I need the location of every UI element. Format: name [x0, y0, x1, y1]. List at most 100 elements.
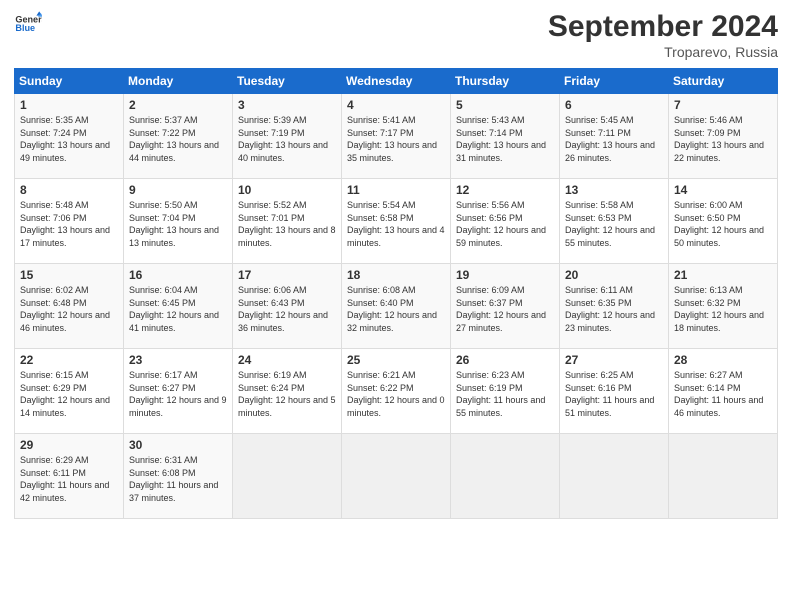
calendar-cell: 30Sunrise: 6:31 AMSunset: 6:08 PMDayligh… [124, 434, 233, 519]
col-sunday: Sunday [15, 69, 124, 94]
calendar-cell [342, 434, 451, 519]
calendar-cell [233, 434, 342, 519]
cell-info: Sunrise: 5:46 AMSunset: 7:09 PMDaylight:… [674, 115, 764, 163]
day-number: 18 [347, 268, 445, 282]
calendar-week-3: 15 Sunrise: 6:02 AMSunset: 6:48 PMDayligh… [15, 264, 778, 349]
cell-info: Sunrise: 5:58 AMSunset: 6:53 PMDaylight:… [565, 200, 655, 248]
day-number: 22 [20, 353, 118, 367]
calendar-cell: 4 Sunrise: 5:41 AMSunset: 7:17 PMDaylight… [342, 94, 451, 179]
cell-info: Sunrise: 6:29 AMSunset: 6:11 PMDaylight:… [20, 455, 109, 503]
calendar-cell: 14Sunrise: 6:00 AMSunset: 6:50 PMDayligh… [669, 179, 778, 264]
day-number: 3 [238, 98, 336, 112]
calendar-week-2: 8 Sunrise: 5:48 AMSunset: 7:06 PMDaylight… [15, 179, 778, 264]
cell-info: Sunrise: 5:48 AMSunset: 7:06 PMDaylight:… [20, 200, 110, 248]
calendar-week-4: 22 Sunrise: 6:15 AMSunset: 6:29 PMDayligh… [15, 349, 778, 434]
calendar-cell: 26 Sunrise: 6:23 AMSunset: 6:19 PMDayligh… [451, 349, 560, 434]
calendar-cell [560, 434, 669, 519]
cell-info: Sunrise: 6:00 AMSunset: 6:50 PMDaylight:… [674, 200, 764, 248]
cell-info: Sunrise: 6:21 AMSunset: 6:22 PMDaylight:… [347, 370, 445, 418]
cell-info: Sunrise: 6:13 AMSunset: 6:32 PMDaylight:… [674, 285, 764, 333]
cell-info: Sunrise: 6:02 AMSunset: 6:48 PMDaylight:… [20, 285, 110, 333]
day-number: 8 [20, 183, 118, 197]
calendar-cell: 20 Sunrise: 6:11 AMSunset: 6:35 PMDayligh… [560, 264, 669, 349]
logo: General Blue [14, 10, 42, 38]
day-number: 26 [456, 353, 554, 367]
day-number: 11 [347, 183, 445, 197]
cell-info: Sunrise: 6:31 AMSunset: 6:08 PMDaylight:… [129, 455, 218, 503]
calendar-cell: 9Sunrise: 5:50 AMSunset: 7:04 PMDaylight… [124, 179, 233, 264]
calendar-cell: 11 Sunrise: 5:54 AMSunset: 6:58 PMDayligh… [342, 179, 451, 264]
title-block: September 2024 Troparevo, Russia [548, 10, 778, 60]
day-number: 6 [565, 98, 663, 112]
calendar-cell: 19 Sunrise: 6:09 AMSunset: 6:37 PMDayligh… [451, 264, 560, 349]
cell-info: Sunrise: 6:23 AMSunset: 6:19 PMDaylight:… [456, 370, 545, 418]
logo-icon: General Blue [14, 10, 42, 38]
calendar-cell: 15 Sunrise: 6:02 AMSunset: 6:48 PMDayligh… [15, 264, 124, 349]
calendar-cell: 18Sunrise: 6:08 AMSunset: 6:40 PMDayligh… [342, 264, 451, 349]
calendar-cell: 22 Sunrise: 6:15 AMSunset: 6:29 PMDayligh… [15, 349, 124, 434]
cell-info: Sunrise: 6:15 AMSunset: 6:29 PMDaylight:… [20, 370, 110, 418]
calendar-cell [669, 434, 778, 519]
cell-info: Sunrise: 5:39 AMSunset: 7:19 PMDaylight:… [238, 115, 328, 163]
day-number: 19 [456, 268, 554, 282]
cell-info: Sunrise: 6:09 AMSunset: 6:37 PMDaylight:… [456, 285, 546, 333]
calendar-cell: 27Sunrise: 6:25 AMSunset: 6:16 PMDayligh… [560, 349, 669, 434]
calendar-table: Sunday Monday Tuesday Wednesday Thursday… [14, 68, 778, 519]
calendar-cell: 17 Sunrise: 6:06 AMSunset: 6:43 PMDayligh… [233, 264, 342, 349]
day-number: 15 [20, 268, 118, 282]
cell-info: Sunrise: 5:41 AMSunset: 7:17 PMDaylight:… [347, 115, 437, 163]
day-number: 5 [456, 98, 554, 112]
cell-info: Sunrise: 5:52 AMSunset: 7:01 PMDaylight:… [238, 200, 336, 248]
location: Troparevo, Russia [548, 44, 778, 60]
calendar-cell: 7Sunrise: 5:46 AMSunset: 7:09 PMDaylight… [669, 94, 778, 179]
page: General Blue September 2024 Troparevo, R… [0, 0, 792, 612]
calendar-cell [451, 434, 560, 519]
cell-info: Sunrise: 6:11 AMSunset: 6:35 PMDaylight:… [565, 285, 655, 333]
svg-text:Blue: Blue [15, 23, 35, 33]
day-number: 17 [238, 268, 336, 282]
col-wednesday: Wednesday [342, 69, 451, 94]
calendar-week-1: 1 Sunrise: 5:35 AMSunset: 7:24 PMDaylight… [15, 94, 778, 179]
cell-info: Sunrise: 5:43 AMSunset: 7:14 PMDaylight:… [456, 115, 546, 163]
col-tuesday: Tuesday [233, 69, 342, 94]
month-title: September 2024 [548, 10, 778, 44]
calendar-cell: 6 Sunrise: 5:45 AMSunset: 7:11 PMDaylight… [560, 94, 669, 179]
calendar-cell: 24 Sunrise: 6:19 AMSunset: 6:24 PMDayligh… [233, 349, 342, 434]
cell-info: Sunrise: 6:19 AMSunset: 6:24 PMDaylight:… [238, 370, 336, 418]
calendar-week-5: 29 Sunrise: 6:29 AMSunset: 6:11 PMDayligh… [15, 434, 778, 519]
day-number: 4 [347, 98, 445, 112]
calendar-cell: 3 Sunrise: 5:39 AMSunset: 7:19 PMDaylight… [233, 94, 342, 179]
cell-info: Sunrise: 6:06 AMSunset: 6:43 PMDaylight:… [238, 285, 328, 333]
day-number: 23 [129, 353, 227, 367]
day-number: 13 [565, 183, 663, 197]
cell-info: Sunrise: 5:56 AMSunset: 6:56 PMDaylight:… [456, 200, 546, 248]
cell-info: Sunrise: 6:27 AMSunset: 6:14 PMDaylight:… [674, 370, 763, 418]
day-number: 24 [238, 353, 336, 367]
col-saturday: Saturday [669, 69, 778, 94]
day-number: 1 [20, 98, 118, 112]
day-number: 29 [20, 438, 118, 452]
day-number: 27 [565, 353, 663, 367]
col-monday: Monday [124, 69, 233, 94]
header: General Blue September 2024 Troparevo, R… [14, 10, 778, 60]
calendar-cell: 10 Sunrise: 5:52 AMSunset: 7:01 PMDayligh… [233, 179, 342, 264]
calendar-cell: 23 Sunrise: 6:17 AMSunset: 6:27 PMDayligh… [124, 349, 233, 434]
calendar-cell: 16Sunrise: 6:04 AMSunset: 6:45 PMDayligh… [124, 264, 233, 349]
calendar-cell: 12Sunrise: 5:56 AMSunset: 6:56 PMDayligh… [451, 179, 560, 264]
cell-info: Sunrise: 6:04 AMSunset: 6:45 PMDaylight:… [129, 285, 219, 333]
cell-info: Sunrise: 5:54 AMSunset: 6:58 PMDaylight:… [347, 200, 445, 248]
cell-info: Sunrise: 5:37 AMSunset: 7:22 PMDaylight:… [129, 115, 219, 163]
calendar-cell: 29 Sunrise: 6:29 AMSunset: 6:11 PMDayligh… [15, 434, 124, 519]
cell-info: Sunrise: 5:35 AMSunset: 7:24 PMDaylight:… [20, 115, 110, 163]
calendar-cell: 1 Sunrise: 5:35 AMSunset: 7:24 PMDaylight… [15, 94, 124, 179]
day-number: 25 [347, 353, 445, 367]
day-number: 2 [129, 98, 227, 112]
cell-info: Sunrise: 6:17 AMSunset: 6:27 PMDaylight:… [129, 370, 227, 418]
cell-info: Sunrise: 5:45 AMSunset: 7:11 PMDaylight:… [565, 115, 655, 163]
day-number: 10 [238, 183, 336, 197]
day-number: 20 [565, 268, 663, 282]
calendar-cell: 28Sunrise: 6:27 AMSunset: 6:14 PMDayligh… [669, 349, 778, 434]
calendar-cell: 25 Sunrise: 6:21 AMSunset: 6:22 PMDayligh… [342, 349, 451, 434]
header-row: Sunday Monday Tuesday Wednesday Thursday… [15, 69, 778, 94]
day-number: 21 [674, 268, 772, 282]
